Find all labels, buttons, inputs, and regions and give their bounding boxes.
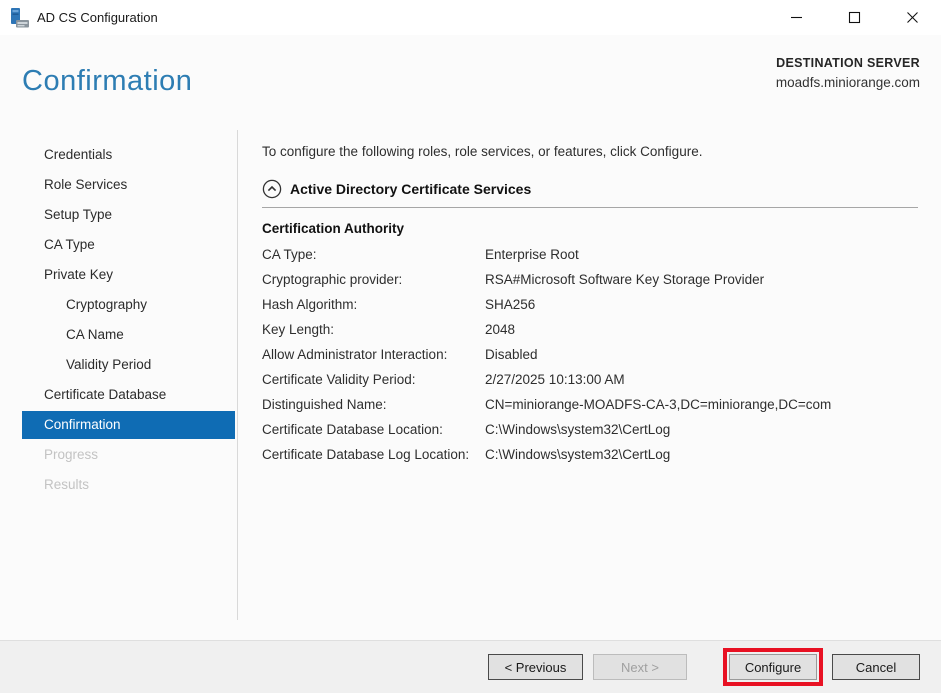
previous-button[interactable]: < Previous <box>488 654 583 680</box>
next-button[interactable]: Next > <box>593 654 687 680</box>
wizard-body: Credentials Role Services Setup Type CA … <box>0 130 941 640</box>
detail-label: Hash Algorithm: <box>262 293 485 315</box>
detail-row: Certificate Validity Period: 2/27/2025 1… <box>262 368 918 393</box>
detail-label: Distinguished Name: <box>262 393 485 415</box>
detail-value: SHA256 <box>485 293 918 315</box>
red-highlight-annotation: Configure <box>723 648 823 686</box>
detail-value: C:\Windows\system32\CertLog <box>485 418 918 440</box>
nav-item-validity-period[interactable]: Validity Period <box>22 350 235 380</box>
detail-label: Cryptographic provider: <box>262 268 485 290</box>
intro-text: To configure the following roles, role s… <box>262 144 918 159</box>
destination-server-name: moadfs.miniorange.com <box>776 75 920 90</box>
detail-row: Certificate Database Log Location: C:\Wi… <box>262 443 918 468</box>
close-icon <box>906 11 919 24</box>
maximize-button[interactable] <box>825 0 883 35</box>
minimize-icon <box>790 11 803 24</box>
section-title: Active Directory Certificate Services <box>290 181 531 197</box>
section-divider <box>262 207 918 208</box>
window-title: AD CS Configuration <box>37 10 158 25</box>
detail-value: Enterprise Root <box>485 243 918 265</box>
detail-row: Key Length: 2048 <box>262 318 918 343</box>
destination-server-block: DESTINATION SERVER moadfs.miniorange.com <box>776 56 920 90</box>
nav-item-private-key[interactable]: Private Key <box>22 260 235 290</box>
title-bar: AD CS Configuration <box>0 0 941 35</box>
nav-item-role-services[interactable]: Role Services <box>22 170 235 200</box>
wizard-footer: < Previous Next > Configure Cancel <box>0 640 941 693</box>
configure-button[interactable]: Configure <box>729 654 817 680</box>
detail-value: Disabled <box>485 343 918 365</box>
nav-item-confirmation[interactable]: Confirmation <box>22 411 235 439</box>
detail-value: C:\Windows\system32\CertLog <box>485 443 918 465</box>
detail-value: CN=miniorange-MOADFS-CA-3,DC=miniorange,… <box>485 393 918 415</box>
detail-label: Certificate Database Location: <box>262 418 485 440</box>
nav-item-setup-type[interactable]: Setup Type <box>22 200 235 230</box>
window-controls <box>767 0 941 35</box>
cancel-button[interactable]: Cancel <box>832 654 920 680</box>
detail-row: Hash Algorithm: SHA256 <box>262 293 918 318</box>
section-header: Active Directory Certificate Services <box>262 179 918 199</box>
nav-item-results: Results <box>22 470 235 500</box>
nav-item-cryptography[interactable]: Cryptography <box>22 290 235 320</box>
close-button[interactable] <box>883 0 941 35</box>
nav-item-credentials[interactable]: Credentials <box>22 140 235 170</box>
nav-item-certificate-database[interactable]: Certificate Database <box>22 380 235 410</box>
wizard-header: Confirmation DESTINATION SERVER moadfs.m… <box>0 35 941 130</box>
adcs-app-icon <box>8 6 30 30</box>
chevron-up-circle-icon <box>262 179 282 199</box>
detail-row: Allow Administrator Interaction: Disable… <box>262 343 918 368</box>
nav-item-ca-name[interactable]: CA Name <box>22 320 235 350</box>
detail-row: CA Type: Enterprise Root <box>262 243 918 268</box>
detail-label: Certificate Validity Period: <box>262 368 485 390</box>
detail-row: Cryptographic provider: RSA#Microsoft So… <box>262 268 918 293</box>
detail-label: CA Type: <box>262 243 485 265</box>
detail-label: Key Length: <box>262 318 485 340</box>
maximize-icon <box>848 11 861 24</box>
nav-item-ca-type[interactable]: CA Type <box>22 230 235 260</box>
detail-label: Certificate Database Log Location: <box>262 443 485 465</box>
details-list: CA Type: Enterprise Root Cryptographic p… <box>262 243 918 468</box>
collapse-section-button[interactable] <box>262 179 282 199</box>
detail-value: 2048 <box>485 318 918 340</box>
detail-row: Certificate Database Location: C:\Window… <box>262 418 918 443</box>
minimize-button[interactable] <box>767 0 825 35</box>
detail-value: 2/27/2025 10:13:00 AM <box>485 368 918 390</box>
page-title: Confirmation <box>22 65 192 98</box>
wizard-step-nav: Credentials Role Services Setup Type CA … <box>0 130 237 640</box>
destination-server-label: DESTINATION SERVER <box>776 56 920 70</box>
adcs-configuration-window: AD CS Configuration Confirmation DESTINA… <box>0 0 941 693</box>
detail-row: Distinguished Name: CN=miniorange-MOADFS… <box>262 393 918 418</box>
confirmation-content: To configure the following roles, role s… <box>237 130 941 620</box>
detail-label: Allow Administrator Interaction: <box>262 343 485 365</box>
nav-item-progress: Progress <box>22 440 235 470</box>
group-title: Certification Authority <box>262 221 918 236</box>
detail-value: RSA#Microsoft Software Key Storage Provi… <box>485 268 918 290</box>
